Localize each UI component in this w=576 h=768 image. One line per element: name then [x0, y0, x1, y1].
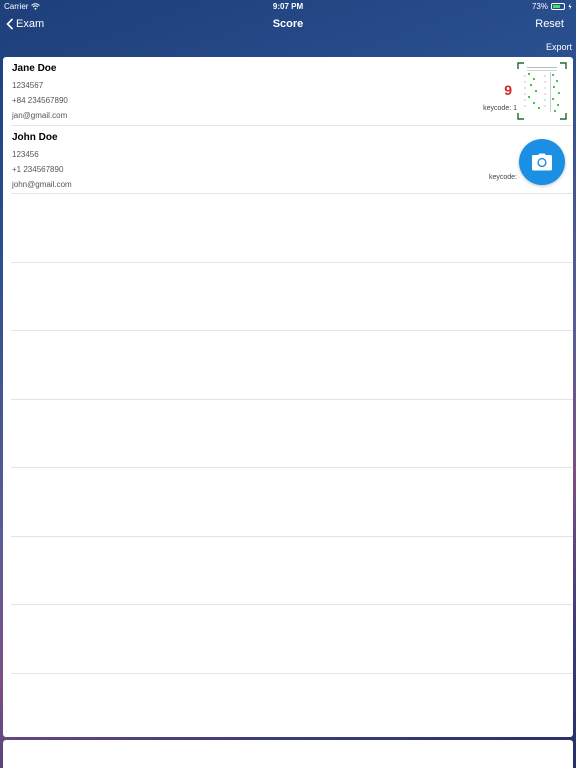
empty-row — [11, 537, 573, 605]
empty-row — [11, 468, 573, 537]
student-phone: +84 234567890 — [12, 96, 68, 105]
empty-row — [11, 331, 573, 400]
camera-icon — [532, 153, 552, 170]
student-row[interactable]: John Doe 123456 +1 234567890 john@gmail.… — [11, 126, 573, 194]
battery-icon — [551, 2, 565, 10]
scan-button[interactable] — [519, 138, 565, 185]
keycode-label: keycode: — [488, 173, 517, 181]
student-row[interactable]: Jane Doe 1234567 +84 234567890 jan@gmail… — [11, 57, 573, 126]
student-phone: +1 234567890 — [12, 164, 64, 174]
battery-fill — [553, 4, 561, 8]
keycode-label: keycode: 1 — [483, 105, 517, 112]
reset-button[interactable]: Reset — [535, 18, 564, 30]
score-value: 9 — [504, 82, 512, 98]
bottom-panel — [3, 740, 573, 768]
empty-row — [11, 263, 573, 331]
navigation-bar: Exam Score Reset — [0, 12, 576, 36]
chevron-left-icon — [6, 18, 14, 30]
student-email: jan@gmail.com — [12, 111, 68, 120]
student-id: 123456 — [12, 149, 39, 159]
student-email: john@gmail.com — [12, 179, 72, 189]
empty-row — [11, 605, 573, 674]
student-id: 1234567 — [12, 81, 44, 90]
status-time: 9:07 PM — [272, 1, 304, 11]
answer-sheet-thumbnail[interactable] — [517, 62, 567, 120]
empty-row — [11, 400, 573, 468]
student-name: Jane Doe — [12, 63, 57, 74]
back-button[interactable]: Exam — [6, 18, 44, 30]
student-name: John Doe — [12, 131, 58, 143]
page-title: Score — [272, 18, 304, 30]
status-bar: Carrier 9:07 PM 73% — [0, 0, 576, 12]
export-button[interactable]: Export — [546, 42, 572, 52]
back-label: Exam — [16, 18, 45, 30]
score-list: Jane Doe 1234567 +84 234567890 jan@gmail… — [3, 57, 573, 737]
empty-row — [11, 194, 573, 263]
